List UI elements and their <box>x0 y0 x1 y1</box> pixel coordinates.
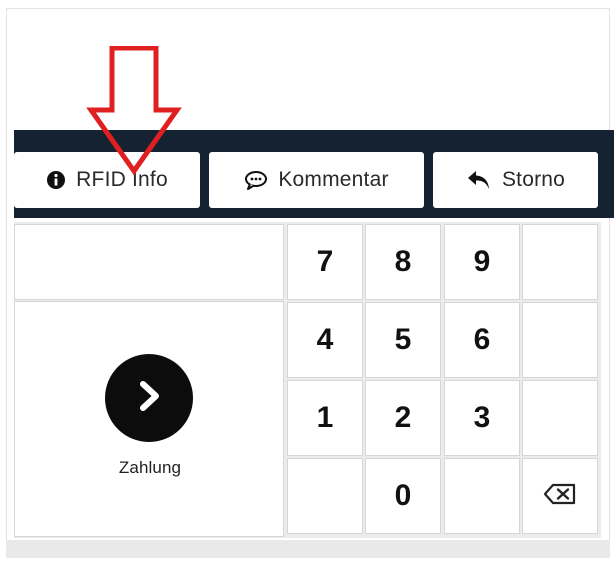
rfid-info-button[interactable]: RFID Info <box>14 152 200 208</box>
storno-label: Storno <box>501 168 566 191</box>
payment-label: Zahlung <box>118 458 182 477</box>
bottom-strip <box>6 540 610 558</box>
comment-bubble-icon <box>244 170 268 190</box>
rfid-info-label: RFID Info <box>76 168 168 191</box>
key-0[interactable]: 0 <box>365 458 441 534</box>
key-6[interactable]: 6 <box>444 302 520 378</box>
key-3[interactable]: 3 <box>444 380 520 456</box>
key-blank-r3[interactable] <box>522 380 598 456</box>
info-circle-icon <box>46 170 66 190</box>
display-area <box>14 224 284 300</box>
comment-button[interactable]: Kommentar <box>209 152 424 208</box>
backspace-icon <box>543 479 577 513</box>
comment-label: Kommentar <box>278 168 389 191</box>
storno-button[interactable]: Storno <box>433 152 598 208</box>
key-blank-r1[interactable] <box>522 224 598 300</box>
backspace-button[interactable] <box>522 458 598 534</box>
payment-button[interactable] <box>105 354 193 442</box>
undo-arrow-icon <box>466 169 492 191</box>
key-blank-r4b[interactable] <box>444 458 520 534</box>
key-2[interactable]: 2 <box>365 380 441 456</box>
key-4[interactable]: 4 <box>287 302 363 378</box>
key-blank-r2[interactable] <box>522 302 598 378</box>
key-1[interactable]: 1 <box>287 380 363 456</box>
key-8[interactable]: 8 <box>365 224 441 300</box>
key-7[interactable]: 7 <box>287 224 363 300</box>
key-blank-r4[interactable] <box>287 458 363 534</box>
key-9[interactable]: 9 <box>444 224 520 300</box>
key-5[interactable]: 5 <box>365 302 441 378</box>
chevron-right-icon <box>129 376 169 421</box>
